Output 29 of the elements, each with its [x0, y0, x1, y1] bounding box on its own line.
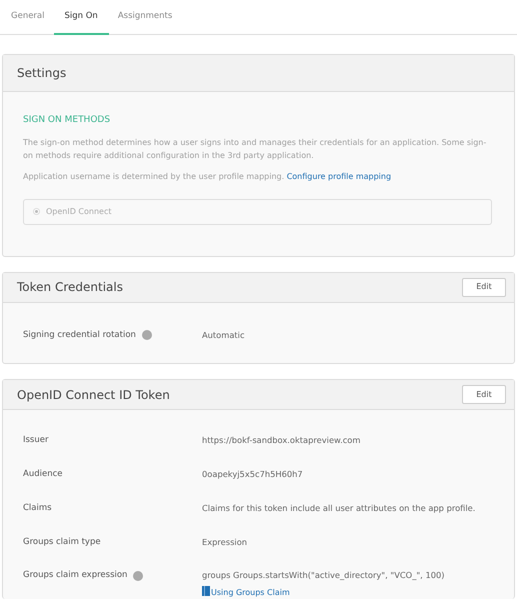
field-label: Groups claim type — [23, 536, 101, 548]
configure-link[interactable]: Configure profile mapping — [286, 172, 392, 180]
help-link[interactable]: Using Groups Claim — [202, 586, 290, 599]
help-icon[interactable] — [142, 330, 152, 340]
field-label: Groups claim expression — [23, 569, 128, 582]
method-option: OpenID Connect — [23, 198, 492, 224]
description: The sign-on method determines how a user signs into and manages their credentials for an application. Some sign-on methods require additional configuration in the 3rd party application. — [23, 136, 488, 162]
tab[interactable]: General — [2, 0, 54, 35]
field-label: Issuer — [23, 434, 48, 447]
field-label: Claims — [23, 502, 52, 514]
tab[interactable]: Assignments — [108, 0, 182, 35]
edit-button[interactable]: Edit — [462, 385, 506, 404]
field-label: Audience — [23, 468, 62, 481]
tab[interactable]: Sign On — [54, 0, 109, 35]
help-icon[interactable] — [133, 570, 144, 581]
edit-button[interactable]: Edit — [462, 278, 506, 296]
field-label: Signing credential rotation — [23, 328, 136, 342]
panel-title: Settings — [17, 65, 66, 82]
field-value: Claims for this token include all user attributes on the app profile. — [202, 502, 476, 514]
panel-title: OpenID Connect ID Token — [17, 386, 170, 404]
field-value: Automatic — [202, 328, 245, 341]
username-note: Application username is determined by the user profile mapping. Configure profile mapping — [23, 170, 392, 182]
field-value: 0oapekyj5x5c7h5H60h7 — [202, 468, 303, 480]
field-value: https://bokf-sandbox.oktapreview.com — [202, 434, 360, 447]
field-value: Expression — [202, 536, 248, 548]
section-heading: SIGN ON METHODS — [23, 114, 112, 127]
panel-title: Token Credentials — [17, 279, 123, 296]
book-icon — [202, 586, 210, 596]
field-value: groups Groups.startsWith("active_directory", "VCO_", 100) — [202, 569, 445, 582]
